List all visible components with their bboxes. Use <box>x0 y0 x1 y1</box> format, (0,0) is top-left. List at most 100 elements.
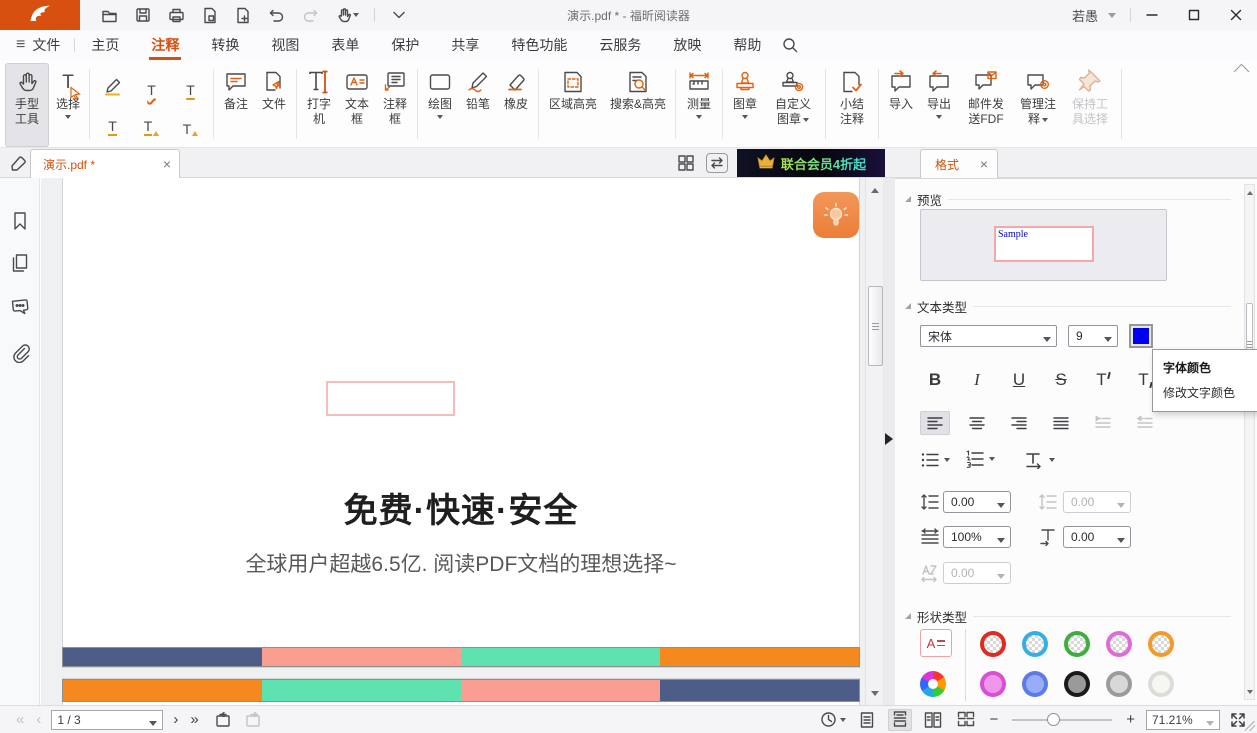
tab-features[interactable]: 特色功能 <box>495 30 583 60</box>
text-type-section-header[interactable]: 文本类型 <box>905 298 1231 314</box>
manage-comments-button[interactable]: 管理注释 <box>1015 63 1061 147</box>
bullet-list-button[interactable] <box>920 451 950 469</box>
attach-file-button[interactable]: 文件 <box>256 63 292 147</box>
zoom-slider[interactable] <box>1012 719 1112 721</box>
panel-scrollbar[interactable] <box>1244 184 1255 700</box>
eraser-quick-icon[interactable] <box>8 153 30 173</box>
autoscroll-button[interactable] <box>820 711 846 728</box>
menu-search-button[interactable] <box>781 36 799 54</box>
align-right-button[interactable] <box>1004 411 1034 435</box>
horizontal-scale-select[interactable]: 100% <box>943 526 1011 548</box>
select-tool-button[interactable]: T 选择 <box>51 63 85 147</box>
shape-color-violet[interactable] <box>980 671 1006 697</box>
pdf-page-2[interactable] <box>62 678 860 705</box>
close-button[interactable] <box>1215 0 1257 30</box>
page-number-select[interactable]: 1 / 3 <box>51 710 163 730</box>
measure-button[interactable]: 测量 <box>680 63 718 147</box>
align-center-button[interactable] <box>962 411 992 435</box>
pages-panel-button[interactable] <box>10 252 30 274</box>
redo-button[interactable] <box>301 6 320 24</box>
tab-grid-view-button[interactable] <box>676 153 696 173</box>
shape-color-orange[interactable] <box>1148 631 1174 657</box>
continuous-view-button[interactable] <box>888 709 912 731</box>
summary-button[interactable]: 小结注释 <box>830 63 874 147</box>
pencil-button[interactable]: 铅笔 <box>460 63 496 147</box>
undo-button[interactable] <box>267 6 286 24</box>
app-logo[interactable] <box>0 0 80 30</box>
previous-view-button[interactable] <box>213 711 233 729</box>
facing-continuous-view-button[interactable] <box>954 709 978 731</box>
shape-color-green[interactable] <box>1064 631 1090 657</box>
save-button[interactable] <box>134 6 152 24</box>
squiggly-underline-button[interactable]: T <box>132 66 171 105</box>
next-page-button[interactable]: › <box>167 712 184 727</box>
import-comments-button[interactable]: 导入 <box>883 63 919 147</box>
replace-text-button[interactable]: T <box>132 105 171 144</box>
last-page-button[interactable]: » <box>184 712 204 727</box>
assistant-bulb-button[interactable] <box>813 192 859 238</box>
textbox-style-button[interactable]: A <box>920 629 952 657</box>
align-left-button[interactable] <box>920 411 950 435</box>
customize-toolbar-button[interactable] <box>390 9 408 21</box>
attachments-panel-button[interactable] <box>10 342 31 363</box>
bookmarks-panel-button[interactable] <box>10 210 30 232</box>
document-area[interactable]: 免费·快速·安全 全球用户超越6.5亿. 阅读PDF文档的理想选择~ <box>41 178 883 705</box>
zoom-level-select[interactable]: 71.21% <box>1146 710 1220 730</box>
text-direction-button[interactable] <box>1023 451 1055 469</box>
char-spacing-select[interactable]: 0.00 <box>1063 526 1131 548</box>
zoom-slider-knob[interactable] <box>1047 713 1060 726</box>
superscript-button[interactable]: T <box>1088 367 1118 393</box>
tab-home[interactable]: 主页 <box>75 30 135 60</box>
document-scrollbar[interactable] <box>865 178 883 705</box>
numbered-list-button[interactable] <box>965 449 995 469</box>
eraser-button[interactable]: 橡皮 <box>498 63 534 147</box>
preview-section-header[interactable]: 预览 <box>905 191 1231 207</box>
typewriter-button[interactable]: 打字机 <box>301 63 337 147</box>
maximize-button[interactable] <box>1173 0 1215 30</box>
area-highlight-button[interactable]: 区域高亮 <box>543 63 603 147</box>
export-comments-button[interactable]: 导出 <box>921 63 957 147</box>
insert-text-button[interactable]: T <box>171 105 210 144</box>
tab-protect[interactable]: 保护 <box>375 30 435 60</box>
add-page-button[interactable] <box>234 6 252 25</box>
shape-color-white[interactable] <box>1148 671 1174 697</box>
underline-text-button[interactable]: T <box>171 66 210 105</box>
scroll-down-button[interactable] <box>866 687 883 703</box>
panel-scroll-down[interactable] <box>1245 687 1254 699</box>
tab-comment[interactable]: 注释 <box>135 30 195 60</box>
scrollbar-thumb[interactable] <box>868 286 883 366</box>
email-fdf-button[interactable]: 邮件发送FDF <box>959 63 1013 147</box>
bold-button[interactable]: B <box>920 367 950 393</box>
align-justify-button[interactable] <box>1046 411 1076 435</box>
zoom-in-button[interactable]: + <box>1124 712 1137 727</box>
shape-color-cyan[interactable] <box>1022 631 1048 657</box>
tab-convert[interactable]: 转换 <box>195 30 255 60</box>
tab-form[interactable]: 表单 <box>315 30 375 60</box>
hand-tool-button[interactable]: 手型工具 <box>5 63 49 147</box>
open-file-button[interactable] <box>100 6 119 25</box>
panel-splitter[interactable] <box>883 178 895 705</box>
italic-button[interactable]: I <box>962 367 992 393</box>
draw-button[interactable]: 绘图 <box>422 63 458 147</box>
pdf-page-1[interactable]: 免费·快速·安全 全球用户超越6.5亿. 阅读PDF文档的理想选择~ <box>62 178 860 668</box>
format-tab-close-icon[interactable]: × <box>980 157 988 171</box>
panel-scroll-up[interactable] <box>1245 185 1254 197</box>
shape-color-magenta[interactable] <box>1106 631 1132 657</box>
underline-button[interactable]: U <box>1004 367 1034 393</box>
callout-button[interactable]: 注释框 <box>377 63 413 147</box>
document-tab[interactable]: 演示.pdf * × <box>30 149 180 178</box>
strikeout-text-button[interactable]: T <box>93 105 132 144</box>
comments-panel-button[interactable] <box>10 296 31 317</box>
font-family-select[interactable]: 宋体 <box>920 325 1057 347</box>
zoom-out-button[interactable]: − <box>987 712 1000 727</box>
line-spacing-select[interactable]: 0.00 <box>943 491 1011 513</box>
tab-view[interactable]: 视图 <box>255 30 315 60</box>
custom-stamp-button[interactable]: 自定义图章 <box>765 63 821 147</box>
search-highlight-button[interactable]: 搜索&高亮 <box>605 63 671 147</box>
stamp-button[interactable]: 图章 <box>727 63 763 147</box>
tab-share[interactable]: 共享 <box>435 30 495 60</box>
user-account-button[interactable]: 若愚 <box>1072 6 1116 25</box>
tab-help[interactable]: 帮助 <box>717 30 777 60</box>
minimize-button[interactable] <box>1131 0 1173 30</box>
color-wheel-button[interactable] <box>920 671 946 697</box>
